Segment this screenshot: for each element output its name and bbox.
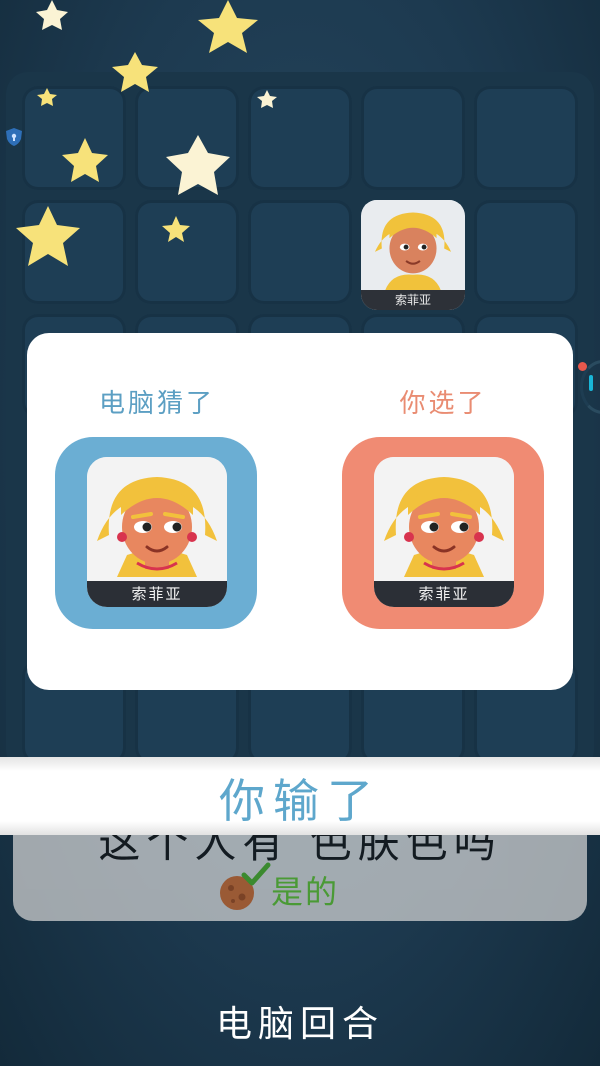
board-tile[interactable]: [135, 200, 239, 304]
check-icon: [241, 862, 271, 886]
result-text: 你输了: [219, 774, 381, 828]
shield-icon: [6, 128, 22, 146]
turn-label: 电脑回合: [215, 1004, 384, 1045]
your-pick-card: 索菲亚: [342, 437, 544, 629]
board-tile[interactable]: [22, 86, 126, 190]
computer-guess-portrait: 索菲亚: [87, 457, 227, 607]
character-name: 索菲亚: [361, 290, 465, 310]
computer-guess-name: 索菲亚: [87, 581, 227, 607]
notification-dot: [578, 362, 587, 371]
board-tile[interactable]: [474, 200, 578, 304]
character-tile[interactable]: 索菲亚: [361, 200, 465, 310]
side-indicator: [589, 375, 593, 391]
board-tile[interactable]: [361, 86, 465, 190]
guess-result-modal: 电脑猜了 你选了 索菲亚 索菲亚: [27, 333, 573, 690]
skin-tone-icon: [215, 862, 271, 915]
board-tile[interactable]: [22, 200, 126, 304]
computer-guess-label: 电脑猜了: [98, 389, 215, 419]
your-pick-portrait: 索菲亚: [374, 457, 514, 607]
character-portrait-icon: [374, 457, 514, 581]
your-pick-name: 索菲亚: [374, 581, 514, 607]
answer-row: 是的: [215, 862, 340, 915]
character-portrait-icon: [87, 457, 227, 581]
board-tile[interactable]: [474, 86, 578, 190]
board-tile[interactable]: [135, 86, 239, 190]
computer-guess-card: 索菲亚: [55, 437, 257, 629]
character-portrait-icon: [364, 200, 462, 290]
board-tile[interactable]: [248, 200, 352, 304]
your-pick-label: 你选了: [399, 389, 487, 419]
answer-text: 是的: [271, 873, 340, 911]
result-banner: 你输了: [0, 757, 600, 835]
board-tile[interactable]: [248, 86, 352, 190]
